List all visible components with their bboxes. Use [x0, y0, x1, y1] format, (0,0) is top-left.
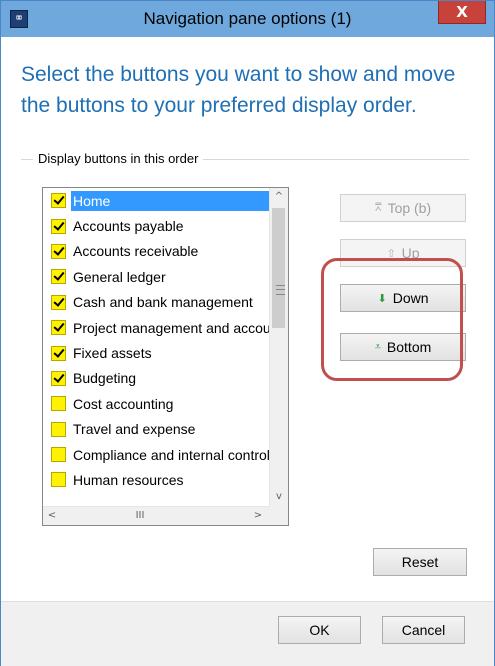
- list-item[interactable]: Accounts receivable: [43, 239, 269, 264]
- instruction-text: Select the buttons you want to show and …: [21, 63, 456, 117]
- highlight-annotation: [321, 258, 463, 381]
- window-title: Navigation pane options (1): [143, 9, 352, 28]
- list-item-label: General ledger: [73, 268, 166, 285]
- list-item-label: Fixed assets: [73, 345, 152, 362]
- top-button-label: Top (b): [387, 200, 432, 216]
- list-item-label: Travel and expense: [73, 421, 196, 438]
- scroll-right-arrow-icon[interactable]: >: [249, 507, 267, 525]
- list-item[interactable]: Fixed assets: [43, 340, 269, 365]
- scroll-up-arrow-icon[interactable]: ^: [270, 188, 288, 206]
- list-item[interactable]: Travel and expense: [43, 417, 269, 442]
- list-item[interactable]: Compliance and internal controls: [43, 442, 269, 467]
- arrow-down-icon: ⬇: [377, 291, 387, 305]
- list-item-label: Cash and bank management: [73, 294, 253, 311]
- arrow-up-icon: ⇧: [386, 246, 396, 260]
- list-item-label: Home: [71, 190, 269, 211]
- checkbox[interactable]: [51, 345, 66, 361]
- down-button[interactable]: ⬇ Down: [340, 284, 466, 312]
- bottom-button[interactable]: ⩡ Bottom: [340, 333, 466, 361]
- top-button[interactable]: ⩞ Top (b): [340, 194, 466, 222]
- checkbox[interactable]: [51, 396, 66, 412]
- close-button[interactable]: X: [438, 1, 486, 24]
- cancel-button-label: Cancel: [401, 622, 446, 638]
- list-item-label: Accounts receivable: [73, 243, 199, 260]
- scroll-grip-icon: [276, 285, 285, 295]
- list-item-label: Cost accounting: [73, 395, 174, 412]
- list-item[interactable]: Human resources: [43, 467, 269, 492]
- down-button-label: Down: [392, 290, 429, 306]
- ok-button-label: OK: [309, 622, 330, 638]
- move-top-icon: ⩞: [374, 201, 382, 214]
- scroll-left-arrow-icon[interactable]: <: [43, 507, 61, 525]
- scrollbar-corner: [269, 506, 288, 525]
- title-bar[interactable]: ⌧ Navigation pane options (1) X: [1, 1, 494, 37]
- bottom-button-label: Bottom: [386, 339, 432, 355]
- list-item-label: Project management and accounting: [73, 319, 269, 336]
- checkbox[interactable]: [51, 320, 66, 336]
- list-item[interactable]: Accounts payable: [43, 213, 269, 238]
- dialog-window: ⌧ Navigation pane options (1) X Select t…: [0, 0, 495, 666]
- list-item[interactable]: Cost accounting: [43, 391, 269, 416]
- list-item-label: Accounts payable: [73, 218, 184, 235]
- up-button-label: Up: [401, 245, 420, 261]
- ok-button[interactable]: OK: [278, 616, 361, 644]
- reset-button-label: Reset: [401, 554, 439, 570]
- group-label: Display buttons in this order: [33, 151, 204, 166]
- checkbox[interactable]: [51, 193, 66, 209]
- list-item[interactable]: Cash and bank management: [43, 290, 269, 315]
- move-bottom-icon: ⩡: [374, 340, 381, 353]
- list-item[interactable]: Budgeting: [43, 366, 269, 391]
- vertical-scroll-thumb[interactable]: [272, 208, 285, 328]
- checkbox[interactable]: [51, 243, 66, 259]
- horizontal-scroll-grip-icon[interactable]: III: [135, 511, 145, 521]
- list-item-label: Compliance and internal controls: [73, 446, 269, 463]
- reset-button[interactable]: Reset: [373, 548, 467, 576]
- checkbox[interactable]: [51, 447, 66, 463]
- list-items: Home Accounts payable Accounts receivable G…: [43, 188, 269, 506]
- list-item[interactable]: Project management and accounting: [43, 315, 269, 340]
- checkbox[interactable]: [51, 218, 66, 234]
- list-item-label: Budgeting: [73, 370, 137, 387]
- checkbox[interactable]: [51, 269, 66, 285]
- list-item[interactable]: General ledger: [43, 264, 269, 289]
- horizontal-scrollbar[interactable]: < III >: [43, 506, 269, 525]
- checkbox[interactable]: [51, 421, 66, 437]
- dialog-footer: OK Cancel: [1, 601, 494, 666]
- list-item-label: Human resources: [73, 471, 184, 488]
- scroll-down-arrow-icon[interactable]: v: [270, 488, 288, 506]
- up-button[interactable]: ⇧ Up: [340, 239, 466, 267]
- checkbox[interactable]: [51, 472, 66, 488]
- button-order-listbox[interactable]: Home Accounts payable Accounts receivable G…: [42, 187, 289, 526]
- vertical-scrollbar[interactable]: ^ v: [269, 188, 288, 506]
- checkbox[interactable]: [51, 294, 66, 310]
- list-item[interactable]: Home: [43, 188, 269, 213]
- cancel-button[interactable]: Cancel: [382, 616, 465, 644]
- checkbox[interactable]: [51, 370, 66, 386]
